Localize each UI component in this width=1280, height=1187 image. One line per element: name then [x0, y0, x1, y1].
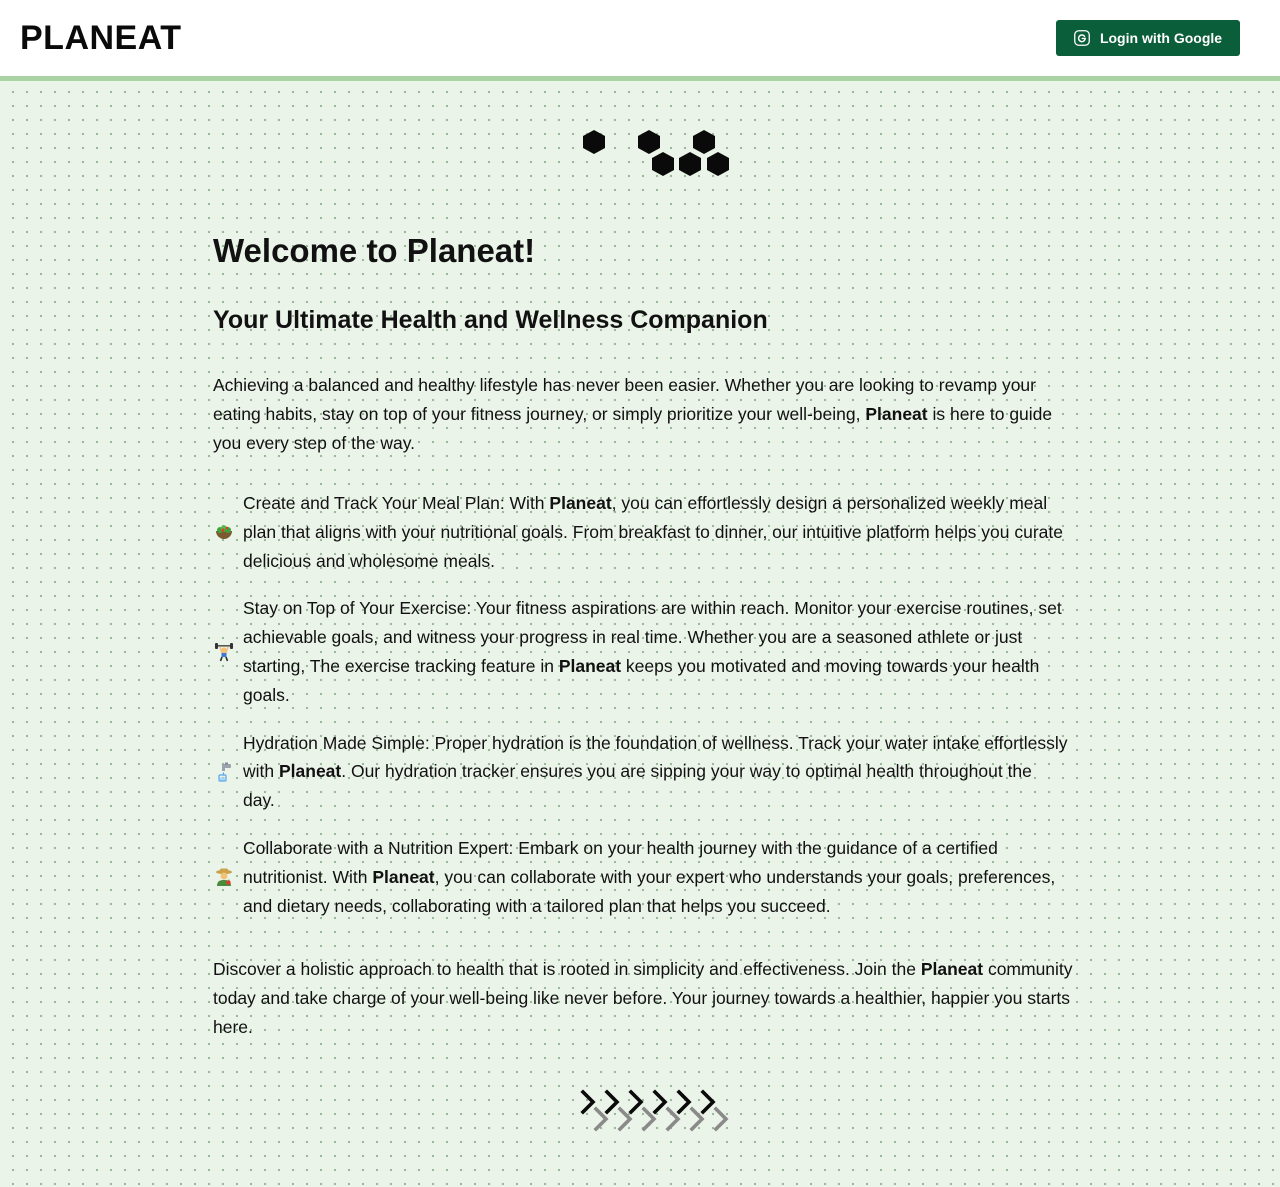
brand-mention: Planeat	[278, 761, 342, 782]
main-content: Welcome to Planeat! Your Ultimate Health…	[0, 81, 1280, 1187]
intro-paragraph: Achieving a balanced and healthy lifesty…	[213, 375, 1053, 453]
chevron-row-shadow	[593, 1106, 729, 1132]
page-title: Welcome to Planeat!	[213, 232, 536, 269]
feature-item-meal-plan: Create and Track Your Meal Plan: With Pl…	[213, 489, 1073, 575]
feature-list: Create and Track Your Meal Plan: With Pl…	[213, 489, 1073, 939]
water-tap-icon	[213, 761, 235, 783]
salad-bowl-icon	[213, 521, 235, 543]
page-subtitle: Your Ultimate Health and Wellness Compan…	[213, 306, 768, 334]
hexagon-decoration	[583, 130, 729, 176]
hexagon-shape	[583, 130, 605, 154]
feature-item-hydration: Hydration Made Simple: Proper hydration …	[213, 729, 1073, 815]
brand-mention: Planeat	[920, 959, 984, 979]
feature-text: Collaborate with a Nutrition Expert: Emb…	[243, 837, 1056, 916]
feature-item-nutritionist: Collaborate with a Nutrition Expert: Emb…	[213, 834, 1073, 920]
login-with-google-button[interactable]: Login with Google	[1056, 20, 1240, 56]
brand-logo[interactable]: PLANEAT	[20, 18, 182, 58]
feature-text: Hydration Made Simple: Proper hydration …	[243, 732, 1068, 811]
chevron-decoration	[580, 1089, 729, 1132]
feature-item-exercise: Stay on Top of Your Exercise: Your fitne…	[213, 594, 1073, 709]
feature-text: Stay on Top of Your Exercise: Your fitne…	[243, 598, 1062, 705]
hexagon-shape	[693, 130, 715, 154]
feature-text: Create and Track Your Meal Plan: With Pl…	[243, 493, 1064, 571]
weightlifter-icon	[213, 641, 235, 663]
brand-mention: Planeat	[865, 403, 928, 424]
hexagon-shape	[652, 152, 674, 176]
top-bar: PLANEAT Login with Google	[0, 0, 1280, 81]
nutritionist-icon	[213, 866, 235, 888]
closing-paragraph: Discover a holistic approach to health t…	[213, 959, 1073, 1037]
google-icon	[1074, 30, 1090, 46]
brand-mention: Planeat	[372, 866, 435, 887]
hexagon-shape	[638, 130, 660, 154]
hexagon-shape	[679, 152, 701, 176]
login-button-label: Login with Google	[1099, 30, 1223, 46]
brand-mention: Planeat	[558, 655, 622, 676]
brand-mention: Planeat	[549, 493, 612, 513]
hexagon-shape	[707, 152, 729, 176]
